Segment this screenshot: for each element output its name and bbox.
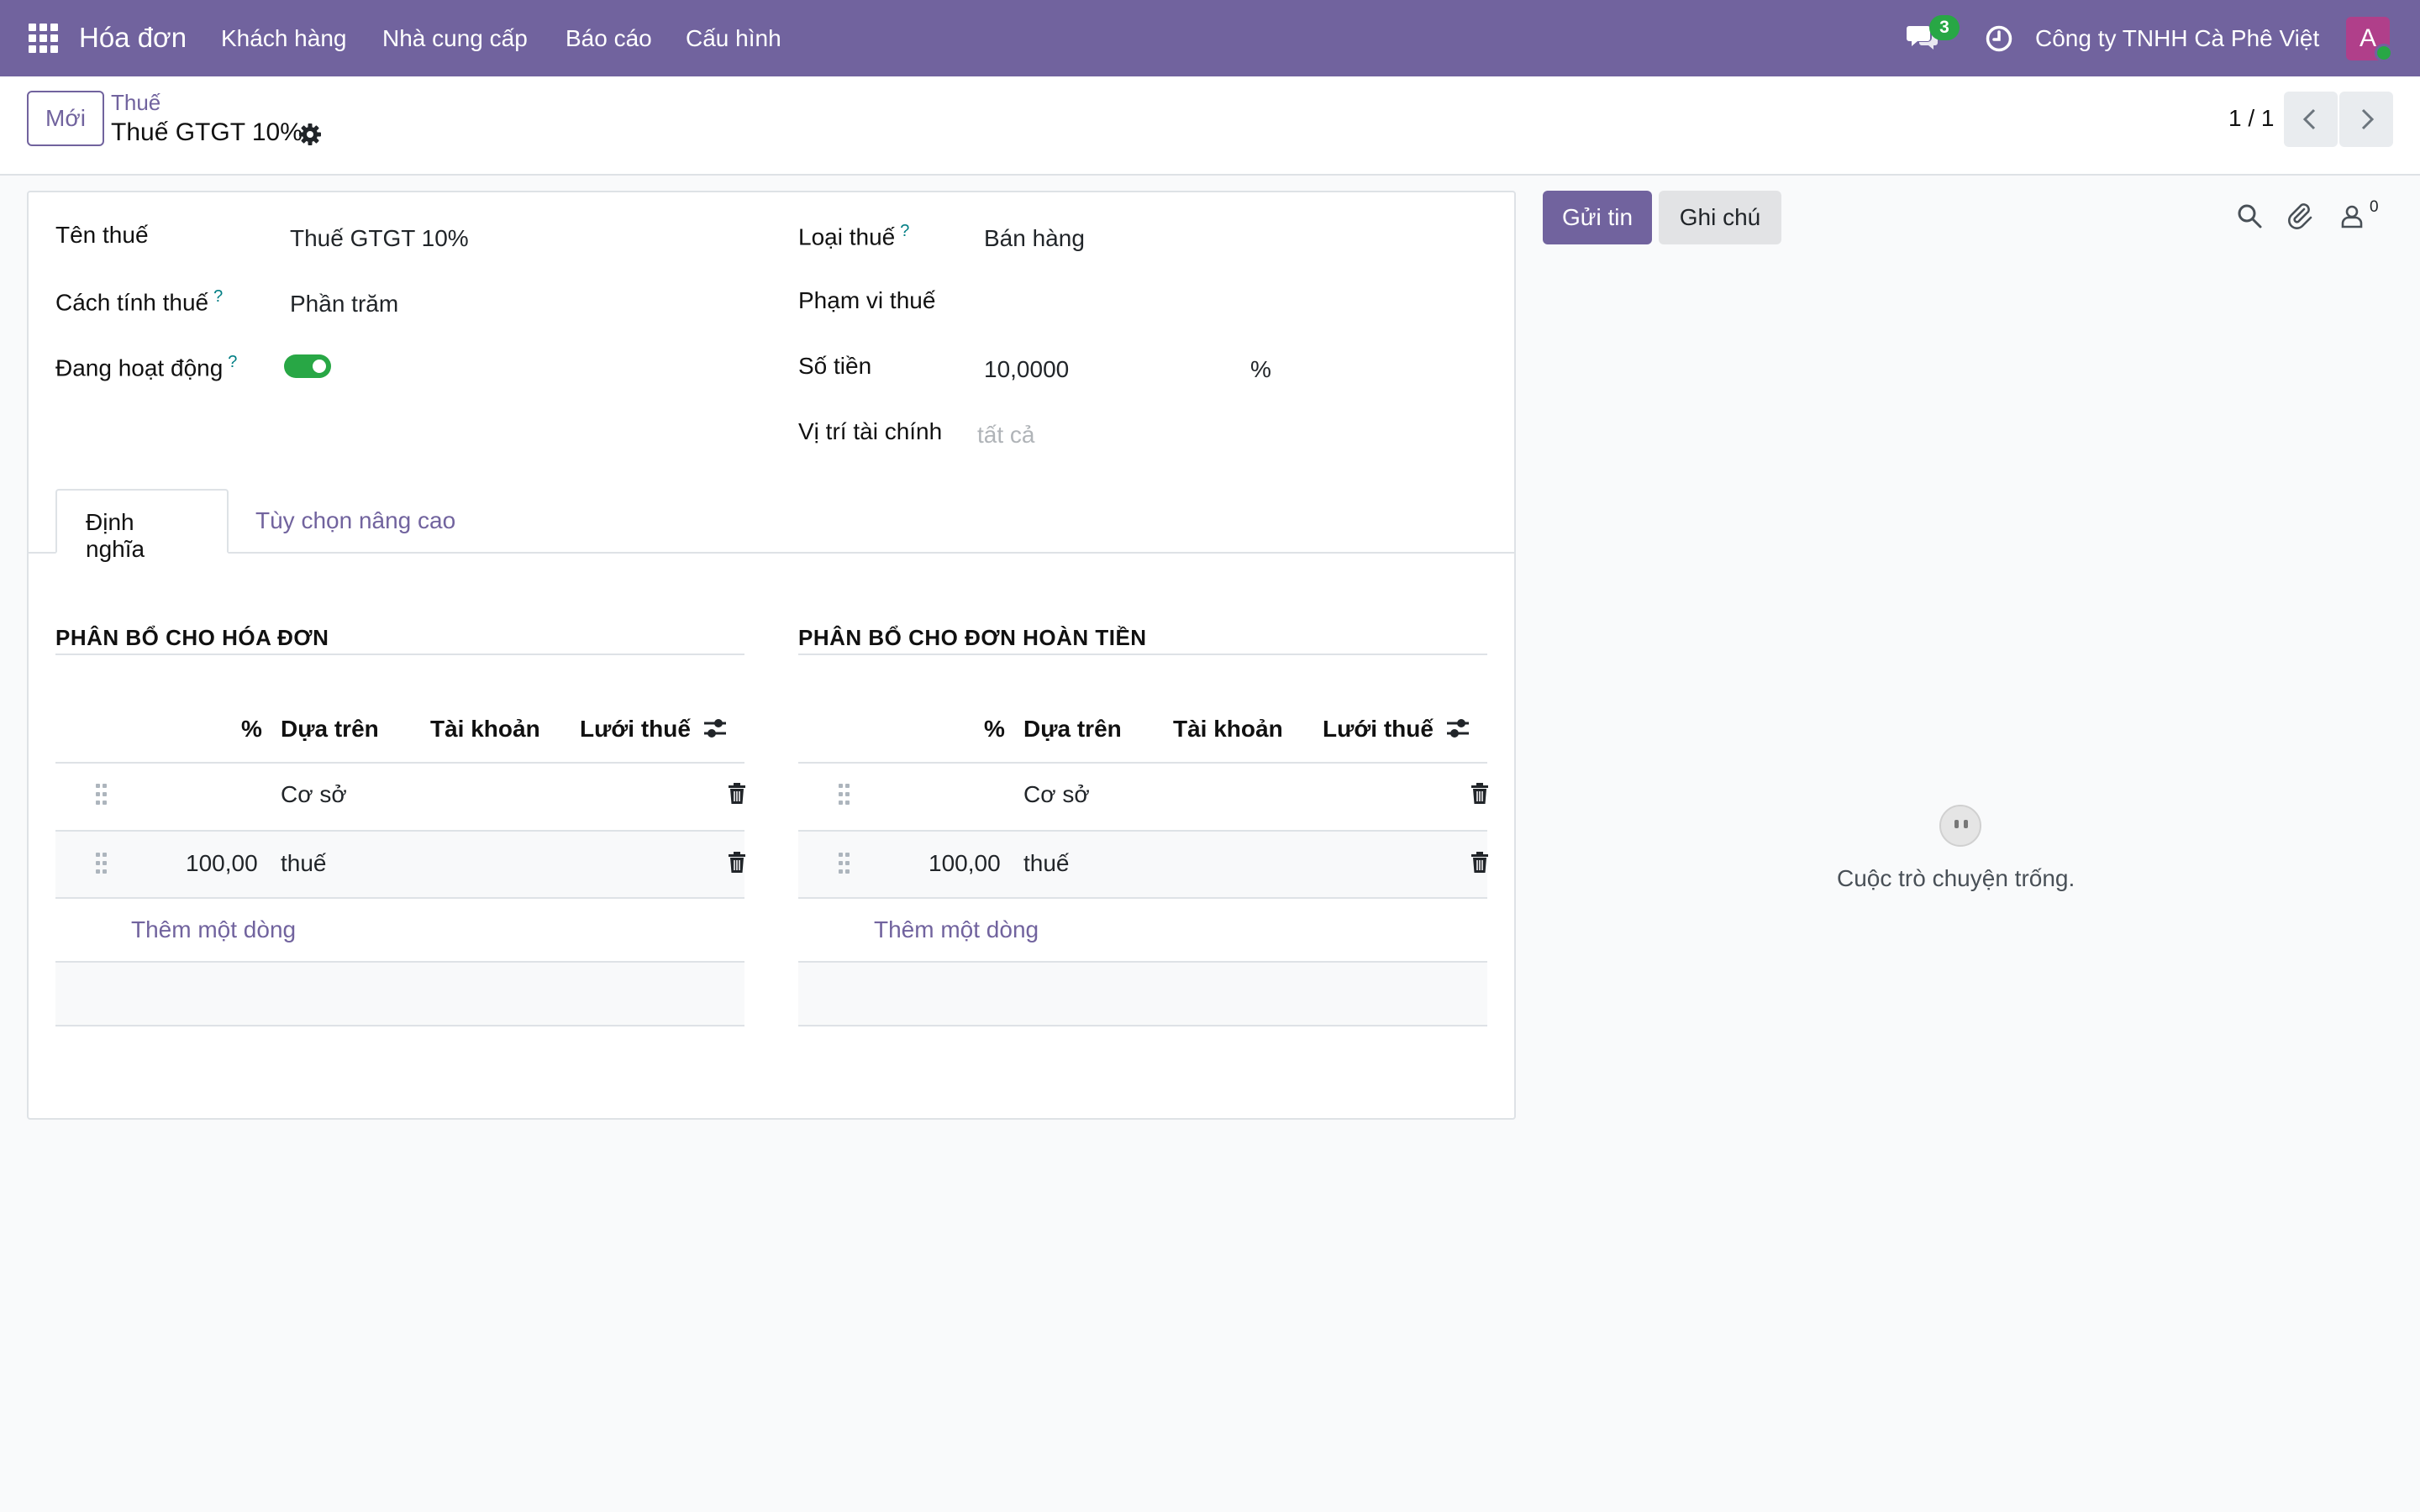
tax-type-select[interactable]: Bán hàng — [984, 225, 1085, 252]
add-line-link[interactable]: Thêm một dòng — [874, 916, 1039, 943]
trash-icon[interactable] — [728, 852, 746, 874]
row-divider — [798, 897, 1487, 899]
field-label-tax-name: Tên thuế — [55, 222, 149, 248]
active-toggle[interactable] — [284, 354, 331, 378]
tax-name-input[interactable]: Thuế GTGT 10% — [290, 225, 469, 252]
column-header-account[interactable]: Tài khoản — [1173, 716, 1283, 743]
trash-icon[interactable] — [1470, 783, 1489, 805]
new-button[interactable]: Mới — [27, 91, 104, 146]
column-settings-icon[interactable] — [702, 717, 728, 740]
trash-icon[interactable] — [1470, 852, 1489, 874]
empty-conversation-text: Cuộc trò chuyện trống. — [1837, 865, 2075, 891]
pager-previous-button[interactable] — [2284, 92, 2338, 147]
drag-handle-icon[interactable] — [839, 784, 850, 806]
section-title: PHÂN BỔ CHO ĐƠN HOÀN TIỀN — [798, 625, 1147, 650]
empty-row — [798, 963, 1487, 1025]
table-row[interactable] — [798, 832, 1487, 899]
menu-customers[interactable]: Khách hàng — [221, 25, 346, 52]
field-label-fiscal-position: Vị trí tài chính — [798, 418, 943, 444]
header-divider — [55, 762, 744, 764]
empty-row — [55, 963, 744, 1025]
followers-count: 0 — [2370, 198, 2379, 216]
followers-icon[interactable] — [2338, 202, 2366, 230]
send-message-button[interactable]: Gửi tin — [1543, 191, 1652, 244]
amount-input[interactable]: 10,0000 — [984, 356, 1069, 383]
row-based-on[interactable]: Cơ sở — [1023, 781, 1090, 808]
search-icon[interactable] — [2235, 202, 2264, 230]
help-tooltip-icon[interactable]: ? — [228, 353, 237, 371]
row-divider — [55, 897, 744, 899]
activity-clock-icon[interactable] — [1985, 24, 2013, 53]
table-bottom-divider — [55, 1025, 744, 1026]
trash-icon[interactable] — [728, 783, 746, 805]
row-based-on[interactable]: thuế — [281, 850, 327, 877]
field-label-tax-type: Loại thuế? — [798, 222, 910, 250]
chat-count-badge: 3 — [1929, 15, 1960, 40]
field-label-tax-computation: Cách tính thuế? — [55, 287, 224, 316]
drag-handle-icon[interactable] — [839, 853, 850, 874]
row-percent[interactable]: 100,00 — [186, 850, 258, 877]
menu-vendors[interactable]: Nhà cung cấp — [382, 25, 528, 52]
row-based-on[interactable]: thuế — [1023, 850, 1070, 877]
field-label-amount: Số tiền — [798, 353, 872, 379]
column-header-percent[interactable]: % — [241, 716, 262, 743]
column-header-percent[interactable]: % — [984, 716, 1005, 743]
breadcrumb-parent[interactable]: Thuế — [111, 90, 160, 116]
row-percent[interactable]: 100,00 — [929, 850, 1001, 877]
breadcrumb-current: Thuế GTGT 10% — [111, 118, 302, 146]
tab-definition[interactable]: Định nghĩa — [55, 489, 229, 562]
section-divider — [798, 654, 1487, 655]
top-navbar: Hóa đơn Khách hàng Nhà cung cấp Báo cáo … — [0, 0, 2420, 76]
field-label-tax-scope: Phạm vi thuế — [798, 287, 936, 313]
drag-handle-icon[interactable] — [96, 853, 108, 874]
pager-next-button[interactable] — [2339, 92, 2393, 147]
field-label-active: Đang hoạt động? — [55, 353, 238, 381]
control-panel: Mới Thuế Thuế GTGT 10% 1 / 1 — [0, 76, 2420, 176]
menu-reports[interactable]: Báo cáo — [566, 25, 652, 52]
tax-scope-select[interactable] — [984, 291, 1236, 319]
column-header-tax-grids[interactable]: Lưới thuế — [1323, 716, 1434, 743]
drag-handle-icon[interactable] — [96, 784, 108, 806]
column-header-tax-grids[interactable]: Lưới thuế — [580, 716, 691, 743]
menu-configuration[interactable]: Cấu hình — [686, 25, 781, 52]
apps-grid-icon[interactable] — [29, 24, 59, 54]
add-line-link[interactable]: Thêm một dòng — [131, 916, 296, 943]
column-header-based-on[interactable]: Dựa trên — [1023, 716, 1122, 743]
header-divider — [798, 762, 1487, 764]
company-switcher[interactable]: Công ty TNHH Cà Phê Việt — [2035, 25, 2319, 52]
tab-advanced-options[interactable]: Tùy chọn nâng cao — [227, 489, 484, 554]
column-header-account[interactable]: Tài khoản — [430, 716, 540, 743]
pager-value[interactable]: 1 / 1 — [2228, 105, 2274, 132]
empty-conversation-icon — [1939, 805, 1981, 847]
gear-icon[interactable] — [297, 122, 323, 147]
chevron-right-icon — [2361, 108, 2375, 130]
paperclip-icon[interactable] — [2286, 202, 2314, 230]
fiscal-position-input[interactable]: tất cả — [977, 422, 1034, 449]
help-tooltip-icon[interactable]: ? — [900, 222, 909, 240]
row-based-on[interactable]: Cơ sở — [281, 781, 347, 808]
table-bottom-divider — [798, 1025, 1487, 1026]
log-note-button[interactable]: Ghi chú — [1659, 191, 1781, 244]
app-title[interactable]: Hóa đơn — [79, 22, 187, 54]
column-header-based-on[interactable]: Dựa trên — [281, 716, 379, 743]
section-title: PHÂN BỔ CHO HÓA ĐƠN — [55, 625, 329, 650]
chevron-left-icon — [2302, 108, 2316, 130]
section-divider — [55, 654, 744, 655]
tax-computation-select[interactable]: Phần trăm — [290, 291, 398, 318]
table-row[interactable] — [55, 832, 744, 899]
amount-unit: % — [1250, 356, 1271, 382]
column-settings-icon[interactable] — [1445, 717, 1470, 740]
help-tooltip-icon[interactable]: ? — [213, 287, 223, 306]
online-status-dot — [2375, 44, 2393, 62]
